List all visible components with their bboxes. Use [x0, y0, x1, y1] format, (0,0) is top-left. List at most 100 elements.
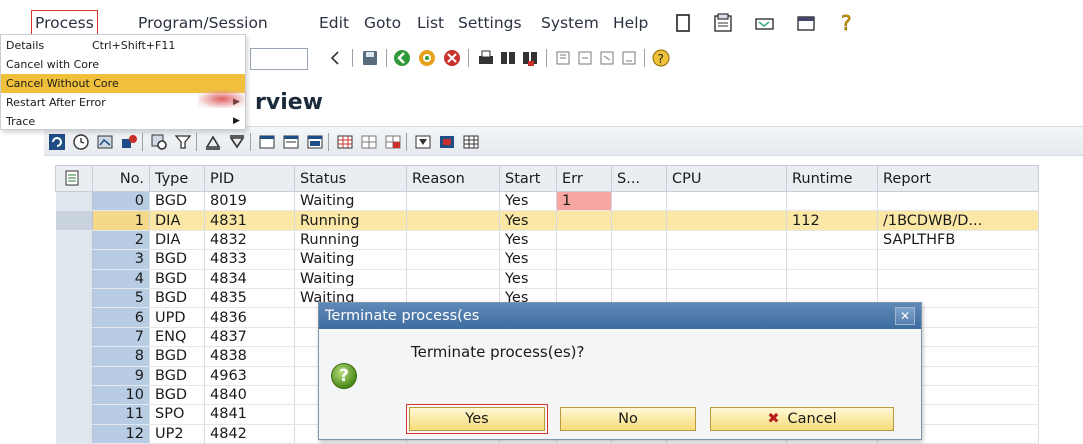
menu-goto[interactable]: Goto	[364, 14, 401, 32]
print-list-icon[interactable]	[282, 133, 300, 151]
row-selector[interactable]	[55, 366, 93, 386]
help-question-icon[interactable]: ?	[836, 13, 858, 33]
no-button[interactable]: No	[560, 407, 696, 431]
row-selector[interactable]	[55, 307, 93, 328]
menu-program-session[interactable]: Program/Session	[138, 14, 268, 32]
col-header-no[interactable]: No.	[92, 165, 150, 192]
layout-menu-icon[interactable]	[754, 13, 776, 33]
cell-no: 11	[92, 404, 150, 425]
customize-layout-icon[interactable]	[795, 13, 817, 33]
cell-sem	[611, 210, 667, 231]
new-session-icon[interactable]	[672, 13, 694, 33]
export-icon[interactable]	[258, 133, 276, 151]
close-icon: ✕	[899, 309, 911, 323]
cell-pid: 4835	[204, 288, 295, 309]
column-settings-icon[interactable]	[384, 133, 402, 151]
clock-icon[interactable]	[72, 133, 90, 151]
find-next-icon[interactable]	[521, 49, 539, 67]
col-header-err[interactable]: Err	[556, 165, 612, 192]
cell-start: Yes	[499, 269, 557, 289]
find-icon[interactable]	[499, 49, 517, 67]
menu-settings[interactable]: Settings	[458, 14, 522, 32]
menu-help[interactable]: Help	[613, 14, 648, 32]
choose-layout-icon[interactable]	[414, 133, 432, 151]
table-row[interactable]: 4 BGD 4834 Waiting Yes	[55, 269, 1039, 289]
grid-icon[interactable]	[336, 133, 354, 151]
cell-start: Yes	[499, 210, 557, 231]
last-page-icon[interactable]	[620, 49, 638, 67]
table-view-icon[interactable]	[462, 133, 480, 151]
row-selector[interactable]	[55, 269, 93, 289]
collapse-command-field-icon[interactable]	[326, 49, 344, 67]
menu-item-trace[interactable]: Trace ▶	[1, 112, 245, 131]
row-selector[interactable]	[55, 404, 93, 425]
cell-runtime	[786, 230, 878, 251]
col-header-pid[interactable]: PID	[204, 165, 295, 192]
print-icon[interactable]	[477, 49, 495, 67]
cancel-icon[interactable]	[443, 49, 461, 67]
save-layout-icon[interactable]	[438, 133, 456, 151]
row-selector[interactable]	[55, 385, 93, 406]
cell-type: SPO	[149, 404, 205, 425]
menu-item-cancel-with-core[interactable]: Cancel with Core	[1, 55, 245, 74]
row-selector[interactable]	[55, 249, 93, 270]
cell-no: 4	[92, 269, 150, 289]
menu-system[interactable]: System	[541, 14, 599, 32]
cell-no: 5	[92, 288, 150, 309]
col-header-sem[interactable]: S...	[611, 165, 667, 192]
process-tools-icon[interactable]	[120, 133, 138, 151]
back-icon[interactable]	[393, 49, 411, 67]
col-header-reason[interactable]: Reason	[406, 165, 500, 192]
first-page-icon[interactable]	[554, 49, 572, 67]
row-selector[interactable]	[55, 346, 93, 367]
col-header-cpu[interactable]: CPU	[666, 165, 787, 192]
table-row[interactable]: 3 BGD 4833 Waiting Yes	[55, 249, 1039, 270]
row-selector[interactable]	[55, 191, 93, 212]
menu-item-label: Cancel with Core	[6, 58, 100, 71]
refresh-icon[interactable]	[48, 133, 66, 151]
previous-page-icon[interactable]	[576, 49, 594, 67]
row-selector[interactable]	[55, 424, 93, 444]
menu-item-details[interactable]: Details Ctrl+Shift+F11	[1, 36, 245, 55]
menu-process[interactable]: Process	[31, 10, 98, 35]
row-selector[interactable]	[55, 230, 93, 251]
cell-no: 6	[92, 307, 150, 328]
col-header-report[interactable]: Report	[877, 165, 1039, 192]
menu-edit[interactable]: Edit	[319, 14, 349, 32]
col-header-type[interactable]: Type	[149, 165, 205, 192]
save-icon[interactable]	[361, 49, 379, 67]
menu-list[interactable]: List	[417, 14, 444, 32]
insert-column-icon[interactable]	[360, 133, 378, 151]
table-row[interactable]: 0 BGD 8019 Waiting Yes 1	[55, 191, 1039, 212]
sort-ascending-icon[interactable]	[204, 133, 222, 151]
sort-descending-icon[interactable]	[228, 133, 246, 151]
exit-icon[interactable]	[418, 49, 436, 67]
row-selector[interactable]	[55, 210, 93, 231]
cell-err	[556, 230, 612, 251]
row-selector[interactable]	[55, 288, 93, 309]
table-row[interactable]: 1 DIA 4831 Running Yes 112/1BCDWB/D...	[55, 210, 1039, 231]
cancel-button[interactable]: ✖ Cancel	[710, 407, 894, 431]
row-selector[interactable]	[55, 327, 93, 348]
cell-no: 2	[92, 230, 150, 251]
filter-icon[interactable]	[174, 133, 192, 151]
next-page-icon[interactable]	[598, 49, 616, 67]
cell-cpu	[666, 269, 787, 289]
dialog-close-button[interactable]: ✕	[895, 307, 915, 325]
col-header-status[interactable]: Status	[294, 165, 407, 192]
cell-pid: 4832	[204, 230, 295, 251]
cell-no: 8	[92, 346, 150, 367]
spreadsheet-icon[interactable]	[306, 133, 324, 151]
detail-search-icon[interactable]	[150, 133, 168, 151]
col-header-runtime[interactable]: Runtime	[786, 165, 878, 192]
select-all-icon	[65, 170, 79, 186]
col-header-start[interactable]: Start	[499, 165, 557, 192]
help-icon[interactable]: ?	[652, 49, 670, 67]
table-row[interactable]: 2 DIA 4832 Running Yes SAPLTHFB	[55, 230, 1039, 251]
select-all-button[interactable]	[55, 165, 93, 192]
yes-button[interactable]: Yes	[406, 404, 548, 434]
generate-shortcut-icon[interactable]	[712, 13, 734, 33]
menu-item-label: Cancel Without Core	[6, 77, 119, 90]
display-icon[interactable]	[96, 133, 114, 151]
menu-item-label: Trace	[6, 115, 36, 128]
